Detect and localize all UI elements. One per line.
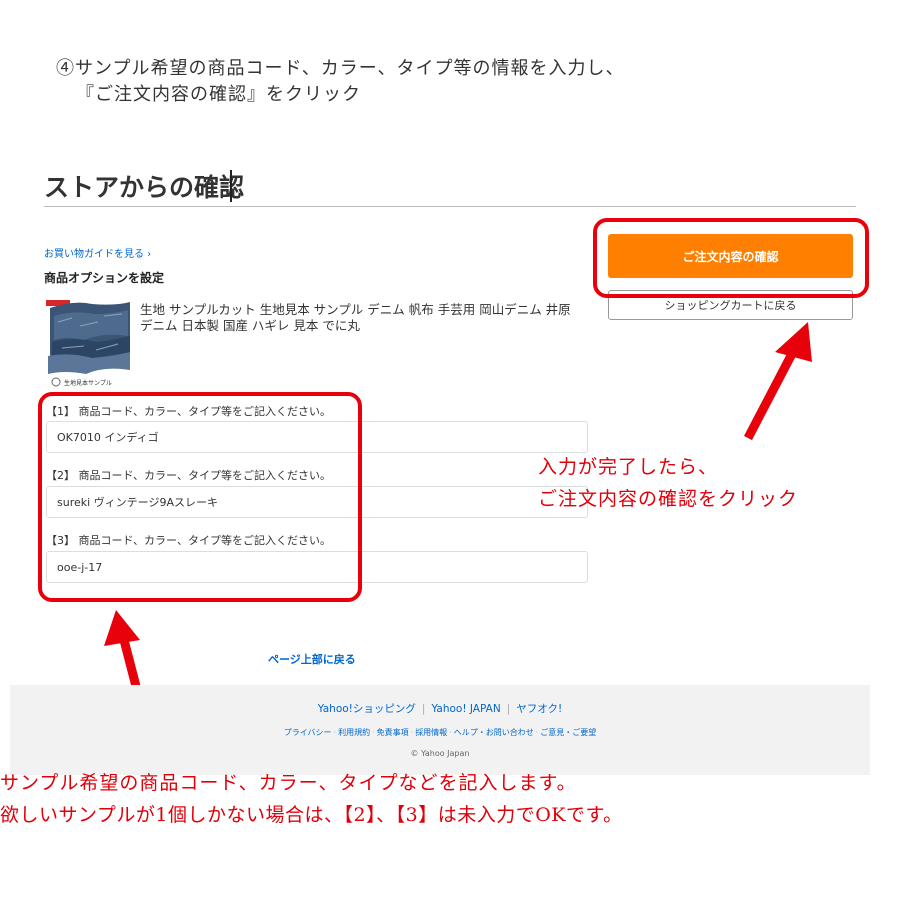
footer-link-careers[interactable]: 採用情報	[415, 728, 447, 737]
annotation-bottom-line-1: サンプル希望の商品コード、カラー、タイプなどを記入します。	[0, 772, 577, 794]
page-top-link[interactable]: ページ上部に戻る	[268, 651, 356, 667]
footer-link-auction[interactable]: ヤフオク!	[516, 703, 562, 715]
footer-link-privacy[interactable]: プライバシー	[284, 728, 332, 737]
footer: Yahoo!ショッピング | Yahoo! JAPAN | ヤフオク! プライバシー · 利…	[10, 685, 870, 775]
arrow-up-right-icon	[744, 322, 812, 441]
footer-link-terms[interactable]: 利用規約	[338, 728, 370, 737]
footer-sub-links: プライバシー · 利用規約 · 免責事項 · 採用情報 · ヘルプ・お問い合わせ · ご意見・ご要望	[283, 728, 597, 737]
annotation-right-line-2: ご注文内容の確認をクリック	[538, 488, 799, 510]
footer-link-yahoo-japan[interactable]: Yahoo! JAPAN	[431, 703, 500, 715]
footer-link-help[interactable]: ヘルプ・お問い合わせ	[454, 728, 534, 737]
footer-separator: |	[506, 703, 511, 715]
annotation-bottom-line-2: 欲しいサンプルが1個しかない場合は、【2】、【3】は未入力でOKです。	[0, 804, 623, 826]
footer-main-links: Yahoo!ショッピング | Yahoo! JAPAN | ヤフオク!	[10, 701, 870, 716]
footer-copyright: © Yahoo Japan	[410, 749, 470, 758]
annotation-right-line-1: 入力が完了したら、	[538, 456, 719, 478]
footer-link-feedback[interactable]: ご意見・ご要望	[540, 728, 596, 737]
footer-separator: |	[421, 703, 426, 715]
footer-link-disclaimer[interactable]: 免責事項	[377, 728, 409, 737]
footer-link-shopping[interactable]: Yahoo!ショッピング	[318, 703, 416, 715]
